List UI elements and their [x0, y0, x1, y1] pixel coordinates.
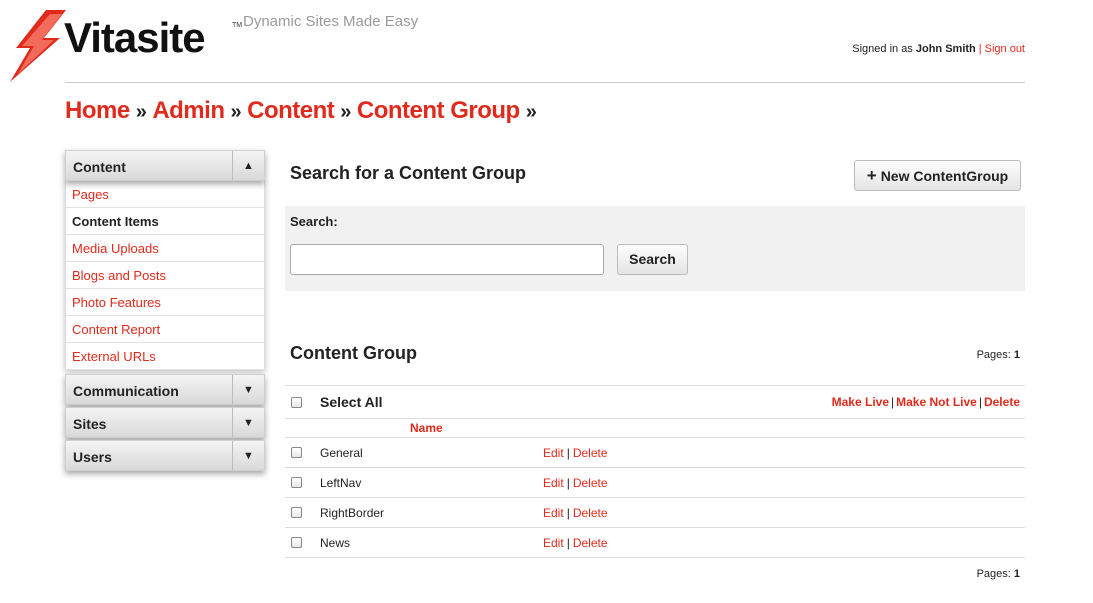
- sidebar: Content ▲ Pages Content Items Media Uplo…: [65, 150, 265, 473]
- sidebar-section-label: Users: [73, 449, 112, 465]
- bulk-actions: Make Live | Make Not Live | Delete: [832, 395, 1020, 409]
- trademark-mark: TM: [232, 22, 243, 29]
- column-header-name[interactable]: Name: [410, 421, 443, 435]
- breadcrumb-content[interactable]: Content: [247, 97, 335, 124]
- action-separator: |: [566, 476, 570, 490]
- expand-down-icon[interactable]: ▼: [232, 441, 264, 470]
- search-button[interactable]: Search: [617, 244, 688, 275]
- breadcrumb-content-group[interactable]: Content Group: [357, 97, 520, 124]
- collapse-up-icon[interactable]: ▲: [232, 151, 264, 180]
- table-header-row: Name: [285, 419, 1025, 438]
- edit-link[interactable]: Edit: [543, 446, 564, 460]
- content-group-table: Select All Make Live | Make Not Live | Delet…: [285, 385, 1025, 558]
- sidebar-item-blogs-and-posts[interactable]: Blogs and Posts: [66, 262, 264, 289]
- row-name: LeftNav: [320, 476, 362, 490]
- breadcrumb: Home» Admin» Content» Content Group»: [65, 97, 542, 125]
- breadcrumb-separator: »: [525, 101, 537, 123]
- edit-link[interactable]: Edit: [543, 536, 564, 550]
- new-content-group-label: New ContentGroup: [880, 168, 1009, 184]
- sidebar-item-content-items[interactable]: Content Items: [66, 208, 264, 235]
- sidebar-section-label: Communication: [73, 383, 179, 399]
- sidebar-section-users[interactable]: Users ▼: [65, 440, 265, 471]
- table-row: LeftNav Edit | Delete: [285, 468, 1025, 498]
- logo-wordmark: Vitasite: [64, 14, 206, 61]
- pages-label: Pages:: [976, 349, 1011, 361]
- sign-out-link[interactable]: Sign out: [985, 43, 1025, 55]
- bulk-separator: |: [891, 395, 895, 409]
- action-separator: |: [566, 446, 570, 460]
- pages-label: Pages:: [976, 568, 1011, 580]
- vitasite-logo[interactable]: Vitasite TM: [4, 8, 244, 84]
- action-separator: |: [566, 506, 570, 520]
- sidebar-section-content[interactable]: Content ▲: [65, 150, 265, 181]
- sidebar-item-external-urls[interactable]: External URLs: [66, 343, 264, 370]
- signin-separator: |: [978, 43, 982, 55]
- delete-link[interactable]: Delete: [573, 506, 608, 520]
- row-name: News: [320, 536, 351, 550]
- table-row: General Edit | Delete: [285, 438, 1025, 468]
- row-actions: Edit | Delete: [543, 506, 608, 520]
- expand-down-icon[interactable]: ▼: [232, 408, 264, 437]
- make-live-link[interactable]: Make Live: [832, 395, 889, 409]
- new-content-group-button[interactable]: + New ContentGroup: [854, 160, 1021, 191]
- sidebar-item-media-uploads[interactable]: Media Uploads: [66, 235, 264, 262]
- row-checkbox[interactable]: [291, 537, 302, 548]
- row-actions: Edit | Delete: [543, 476, 608, 490]
- row-actions: Edit | Delete: [543, 536, 608, 550]
- delete-link[interactable]: Delete: [573, 476, 608, 490]
- pagination-top: Pages: 1: [977, 349, 1020, 361]
- plus-icon: +: [866, 166, 877, 185]
- search-label: Search:: [290, 214, 338, 229]
- search-panel: Search: Search: [285, 206, 1025, 291]
- row-checkbox[interactable]: [291, 447, 302, 458]
- delete-link[interactable]: Delete: [573, 536, 608, 550]
- table-row: News Edit | Delete: [285, 528, 1025, 558]
- select-all-label: Select All: [320, 394, 383, 410]
- table-row: RightBorder Edit | Delete: [285, 498, 1025, 528]
- tagline: Dynamic Sites Made Easy: [243, 13, 419, 30]
- sidebar-item-content-report[interactable]: Content Report: [66, 316, 264, 343]
- select-all-row: Select All Make Live | Make Not Live | Delet…: [285, 385, 1025, 419]
- breadcrumb-separator: »: [230, 101, 242, 123]
- row-checkbox[interactable]: [291, 507, 302, 518]
- sidebar-section-sites[interactable]: Sites ▼: [65, 407, 265, 438]
- sidebar-content-list: Pages Content Items Media Uploads Blogs …: [65, 181, 265, 370]
- row-actions: Edit | Delete: [543, 446, 608, 460]
- delete-link[interactable]: Delete: [573, 446, 608, 460]
- row-name: RightBorder: [320, 506, 385, 520]
- pages-link[interactable]: 1: [1014, 349, 1020, 361]
- pages-link[interactable]: 1: [1014, 568, 1020, 580]
- user-name: John Smith: [915, 43, 976, 55]
- sidebar-item-pages[interactable]: Pages: [66, 181, 264, 208]
- signin-status: Signed in as John Smith | Sign out: [852, 43, 1025, 55]
- signed-in-label: Signed in as: [852, 43, 913, 55]
- breadcrumb-admin[interactable]: Admin: [152, 97, 225, 124]
- bulk-separator: |: [978, 395, 982, 409]
- edit-link[interactable]: Edit: [543, 506, 564, 520]
- sidebar-section-label: Content: [73, 159, 126, 175]
- search-input[interactable]: [290, 244, 604, 275]
- action-separator: |: [566, 536, 570, 550]
- edit-link[interactable]: Edit: [543, 476, 564, 490]
- header-divider: [65, 82, 1025, 83]
- sidebar-section-label: Sites: [73, 416, 107, 432]
- breadcrumb-home[interactable]: Home: [65, 97, 130, 124]
- row-checkbox[interactable]: [291, 477, 302, 488]
- page-title: Search for a Content Group: [290, 163, 527, 183]
- sidebar-item-photo-features[interactable]: Photo Features: [66, 289, 264, 316]
- expand-down-icon[interactable]: ▼: [232, 375, 264, 404]
- select-all-checkbox[interactable]: [291, 397, 302, 408]
- make-not-live-link[interactable]: Make Not Live: [896, 395, 977, 409]
- breadcrumb-separator: »: [340, 101, 351, 123]
- pagination-bottom: Pages: 1: [977, 568, 1020, 580]
- row-name: General: [320, 446, 363, 460]
- content-group-title: Content Group: [290, 343, 417, 363]
- bulk-delete-link[interactable]: Delete: [984, 395, 1020, 409]
- sidebar-section-communication[interactable]: Communication ▼: [65, 374, 265, 405]
- breadcrumb-separator: »: [135, 101, 147, 123]
